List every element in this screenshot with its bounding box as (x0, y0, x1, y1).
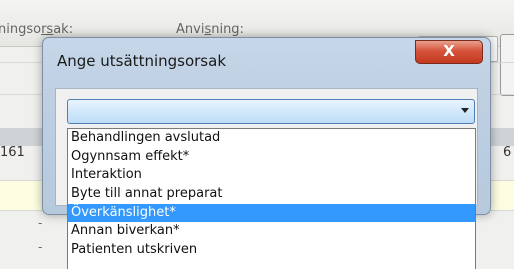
background-row-value-left: 161 (0, 145, 25, 160)
dropdown-option[interactable]: Patienten utskriven (68, 241, 475, 260)
background-side-button[interactable] (500, 34, 514, 96)
dropdown-option[interactable]: Annan biverkan* (68, 222, 475, 241)
column-header-cause-text: ningso (0, 22, 42, 37)
column-header-cause: ningsorsak: (0, 22, 73, 37)
column-header-instruction: Anvisning: (176, 22, 244, 37)
dropdown-option[interactable]: Byte till annat preparat (68, 185, 475, 204)
dropdown-option[interactable]: Överkänslighet* (68, 203, 475, 223)
column-header-instruction-suffix: ning: (211, 22, 244, 37)
dropdown-option[interactable]: Interaktion (68, 166, 475, 185)
background-row-dash: - (38, 216, 43, 230)
close-icon: X (443, 42, 455, 60)
column-header-cause-suffix: ak: (53, 22, 74, 37)
background-row-dash: - (38, 240, 43, 254)
background-row-value-right: 6 (503, 145, 512, 160)
reason-combobox[interactable] (67, 99, 475, 124)
column-header-cause-accesskey: rs (41, 22, 54, 37)
dialog-title: Ange utsättningsorsak (57, 52, 226, 70)
close-button[interactable]: X (415, 40, 483, 64)
chevron-down-icon[interactable] (461, 108, 469, 113)
reason-dropdown-list[interactable]: Behandlingen avslutad Ogynnsam effekt* Int… (67, 128, 476, 269)
dropdown-option[interactable]: Behandlingen avslutad (68, 129, 475, 148)
column-header-instruction-text: Anvi (176, 22, 205, 37)
dropdown-option[interactable]: Ogynnsam effekt* (68, 148, 475, 167)
